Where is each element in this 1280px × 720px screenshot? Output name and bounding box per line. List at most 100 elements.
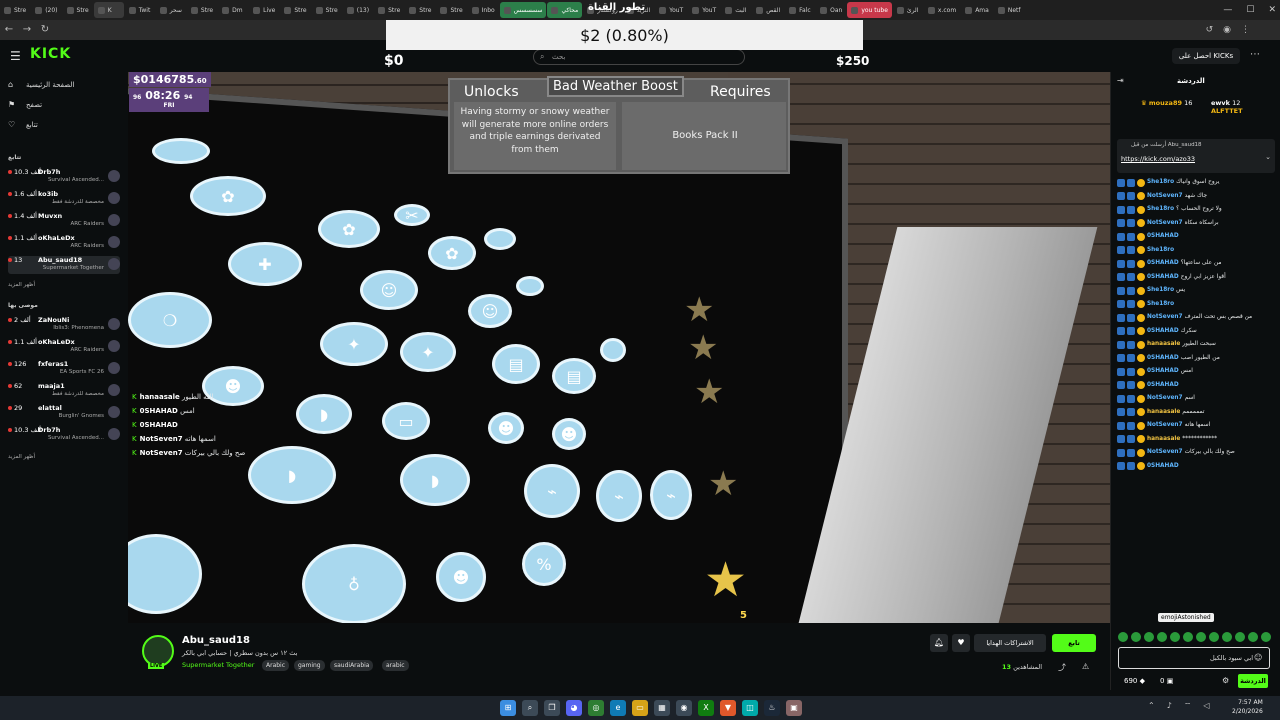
browser-tab[interactable]: x.com (924, 2, 960, 18)
sidebar-channel-item[interactable]: 126 fxferas1 EA Sports FC 26 (8, 360, 120, 378)
profile-icon[interactable]: ◉ (1223, 25, 1231, 35)
chat-username[interactable]: 0SHAHAD (1147, 230, 1179, 244)
chat-username[interactable]: She18ro (1147, 176, 1174, 190)
chat-username[interactable]: NotSeven7 (1147, 392, 1183, 406)
follow-button[interactable]: تابع (1052, 634, 1096, 652)
browser-tab[interactable]: YouT (688, 2, 720, 18)
chat-username[interactable]: 0SHAHAD (1147, 271, 1179, 285)
emote-icon[interactable] (1196, 632, 1206, 642)
sidebar-channel-item[interactable]: 1.6 ألف ko3ib مخصصة للدردشة فقط (8, 190, 120, 208)
sidebar-channel-item[interactable]: 10.3 ألف Drb7h Survival Ascended... (8, 426, 120, 444)
browser-tab[interactable]: Ama (961, 2, 993, 18)
sidebar-channel-item[interactable]: 29 elattal Burglin' Gnomes (8, 404, 120, 422)
browser-tab[interactable]: Stre (374, 2, 404, 18)
close-icon[interactable]: ✕ (1268, 5, 1276, 15)
stream-tag[interactable]: arabic (382, 660, 409, 671)
chat-username[interactable]: 0SHAHAD (1147, 352, 1179, 366)
emote-icon[interactable] (1235, 632, 1245, 642)
kicks-balance[interactable]: 0 ▣ (1160, 677, 1173, 685)
stream-tag[interactable]: Arabic (262, 660, 290, 671)
sidebar-channel-item[interactable]: 2 ألف ZaNouNi Iblis3: Phenomena (8, 316, 120, 334)
edge-icon[interactable]: e (610, 700, 626, 716)
emote-icon[interactable] (1183, 632, 1193, 642)
steam-icon[interactable]: ♨ (764, 700, 780, 716)
system-clock[interactable]: 7:57 AM 2/20/2026 (1232, 698, 1263, 716)
chat-username[interactable]: NotSeven7 (1147, 217, 1183, 231)
chat-username[interactable]: She18ro (1147, 284, 1174, 298)
browser-tab[interactable]: (13) (343, 2, 373, 18)
discord-icon[interactable]: ◕ (566, 700, 582, 716)
hamburger-menu-icon[interactable]: ☰ (10, 49, 21, 63)
browser-tab[interactable]: Stre (280, 2, 310, 18)
get-kicks-button[interactable]: احصل على KICKs (1172, 48, 1240, 64)
browser-tab[interactable]: سسسسس (499, 2, 547, 18)
report-icon[interactable]: ⚠ (1082, 662, 1089, 671)
collapse-chat-icon[interactable]: ⇥ (1117, 76, 1124, 85)
emote-icon[interactable] (1248, 632, 1258, 642)
gear-icon[interactable]: ⚙ (1222, 676, 1229, 685)
wifi-icon[interactable]: ⌔ (1184, 701, 1192, 711)
obs-icon[interactable]: ◉ (676, 700, 692, 716)
bell-icon[interactable]: 🔔︎ (930, 634, 948, 652)
emote-icon[interactable] (1157, 632, 1167, 642)
chat-username[interactable]: 0SHAHAD (1147, 460, 1179, 474)
browser-tab[interactable]: Inbo (468, 2, 499, 18)
chevron-up-icon[interactable]: ⌃ (1148, 701, 1155, 711)
browser-tab[interactable]: سحر (156, 2, 186, 18)
browser-tab[interactable]: Stre (405, 2, 435, 18)
minimize-icon[interactable]: — (1223, 5, 1232, 15)
user-menu-icon[interactable]: ⋯ (1250, 49, 1260, 60)
sidebar-nav-item[interactable]: ♡ تتابع (8, 120, 38, 129)
browser-tab[interactable]: Stre (187, 2, 217, 18)
chat-username[interactable]: She18ro (1147, 203, 1174, 217)
taskview-icon[interactable]: ❐ (544, 700, 560, 716)
windows-start-icon[interactable]: ⊞ (500, 700, 516, 716)
sidebar-nav-item[interactable]: ⌂ الصفحة الرئيسية (8, 80, 74, 89)
browser-tab[interactable]: you tube (847, 2, 892, 18)
emote-icon[interactable] (1118, 632, 1128, 642)
chat-username[interactable]: NotSeven7 (1147, 311, 1183, 325)
chrome-icon[interactable]: ◎ (588, 700, 604, 716)
history-icon[interactable]: ↺ (1206, 25, 1214, 35)
sidebar-nav-item[interactable]: ⚑ تصفح (8, 100, 42, 109)
chat-username[interactable]: NotSeven7 (1147, 446, 1183, 460)
forward-icon[interactable]: → (18, 21, 36, 39)
chat-username[interactable]: 0SHAHAD (1147, 379, 1179, 393)
browser-tab[interactable]: Stre (436, 2, 466, 18)
chat-username[interactable]: She18ro (1147, 244, 1174, 258)
chat-username[interactable]: hanaasale (1147, 406, 1180, 420)
browser-tab[interactable]: Live (249, 2, 279, 18)
browser-tab[interactable]: Stre (63, 2, 93, 18)
channel-points[interactable]: 690 ◆ (1124, 677, 1145, 685)
chat-username[interactable]: 0SHAHAD (1147, 365, 1179, 379)
game-icon[interactable]: ▣ (786, 700, 802, 716)
chat-username[interactable]: She18ro (1147, 298, 1174, 312)
video-player[interactable]: ✿ ✿ ✂ ✿ ✚ ❍ ☺ ☺ ✦ ✦ ▤ ▤ ☻ ◗ ▭ ☻ ☻ ◗ ◗ ⌁ … (128, 72, 1110, 623)
chat-username[interactable]: hanaasale (1147, 338, 1180, 352)
browser-tab[interactable]: Falc (785, 2, 815, 18)
browser-tab[interactable]: Stre (312, 2, 342, 18)
heart-icon[interactable]: ♥ (952, 634, 970, 652)
browser-tab[interactable]: (20) (31, 2, 61, 18)
search-input[interactable]: ⌕ بحث (533, 49, 745, 65)
show-more-link[interactable]: أظهر المزيد (8, 454, 35, 460)
sidebar-channel-item[interactable]: 1.1 ألف oKhaLeDx ARC Raiders (8, 338, 120, 356)
volume-icon[interactable]: ◁ (1203, 701, 1209, 711)
share-icon[interactable]: ⤴ (1058, 662, 1066, 673)
emote-icon[interactable] (1222, 632, 1232, 642)
store-icon[interactable]: ▦ (654, 700, 670, 716)
stream-tag[interactable]: saudiArabia (330, 660, 374, 671)
chat-username[interactable]: NotSeven7 (1147, 419, 1183, 433)
emote-icon[interactable] (1261, 632, 1271, 642)
browser-tab[interactable]: Stre (0, 2, 30, 18)
browser-tab[interactable]: Netf (994, 2, 1025, 18)
browser-tab[interactable]: Dm (218, 2, 248, 18)
browser-tab[interactable]: YouT (655, 2, 687, 18)
pinned-message[interactable]: أرسلت من قبل Abu_saud18 https://kick.com… (1117, 139, 1275, 173)
browser-tab[interactable]: القص (752, 2, 784, 18)
browser-tab[interactable]: K (93, 2, 124, 18)
chat-username[interactable]: hanaasale (1147, 433, 1180, 447)
sidebar-channel-item[interactable]: 1.1 ألف oKhaLeDx ARC Raiders (8, 234, 120, 252)
sidebar-channel-item[interactable]: 13 Abu_saud18 Supermarket Together (8, 256, 120, 274)
pinned-link[interactable]: https://kick.com/azo33 (1121, 155, 1195, 163)
